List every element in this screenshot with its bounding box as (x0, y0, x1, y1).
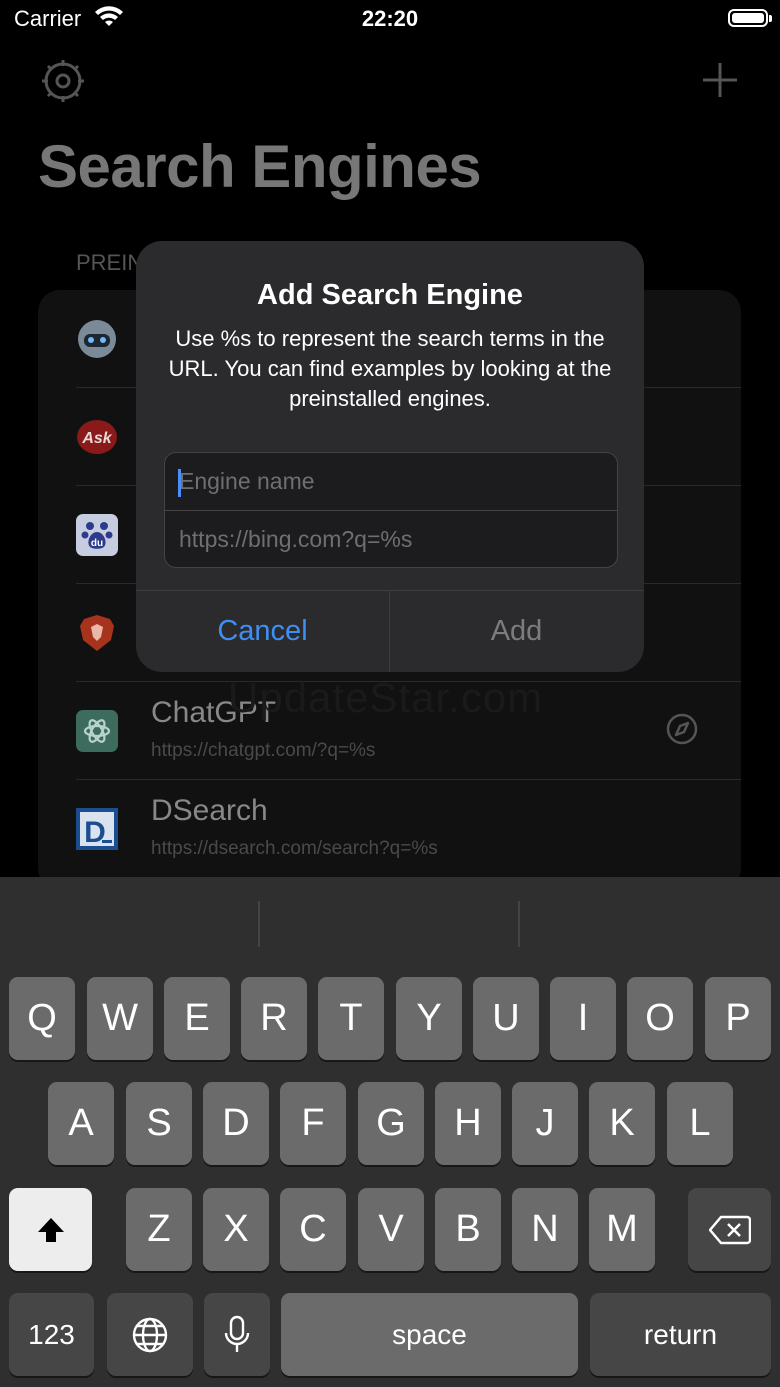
key-w[interactable]: W (87, 977, 153, 1060)
key-j[interactable]: J (512, 1082, 578, 1165)
key-c[interactable]: C (280, 1188, 346, 1271)
shift-icon (37, 1217, 64, 1242)
battery-icon (728, 9, 772, 27)
clock: 22:20 (361, 6, 419, 31)
backspace-icon (708, 1215, 751, 1244)
dialog-fields (164, 452, 618, 568)
engine-url: https://dsearch.com/search?q=%s (151, 838, 438, 859)
list-item[interactable]: D DSearch https://dsearch.com/search?q=%… (38, 780, 741, 878)
shift-key[interactable] (9, 1188, 92, 1271)
key-z[interactable]: Z (126, 1188, 192, 1271)
text-caret (178, 469, 181, 497)
key-s[interactable]: S (126, 1082, 192, 1165)
watermark: UpdateStar.com (228, 674, 544, 721)
robot-icon (76, 318, 118, 360)
keyboard: Q W E R T Y U I O P A S D F G H J K L Z … (0, 877, 780, 1387)
key-l[interactable]: L (667, 1082, 733, 1165)
cancel-button[interactable]: Cancel (136, 591, 389, 672)
prediction-divider (258, 901, 260, 947)
key-q[interactable]: Q (9, 977, 75, 1060)
dialog-message: Use %s to represent the search terms in … (168, 326, 612, 411)
page-title: Search Engines (38, 133, 482, 200)
key-u[interactable]: U (473, 977, 539, 1060)
key-t[interactable]: T (318, 977, 384, 1060)
section-header: PREIN (76, 250, 144, 275)
ask-logo: Ask (76, 416, 118, 458)
engine-url-input[interactable] (165, 510, 617, 567)
key-p[interactable]: P (705, 977, 771, 1060)
key-h[interactable]: H (435, 1082, 501, 1165)
engine-name-input[interactable] (165, 453, 617, 510)
svg-text:D: D (84, 816, 106, 849)
key-m[interactable]: M (589, 1188, 655, 1271)
key-k[interactable]: K (589, 1082, 655, 1165)
status-bar: Carrier 22:20 (0, 0, 780, 40)
gear-icon[interactable] (40, 58, 86, 109)
key-y[interactable]: Y (396, 977, 462, 1060)
brave-logo (76, 612, 118, 654)
globe-icon (132, 1317, 168, 1352)
engine-url: https://chatgpt.com/?q=%s (151, 740, 376, 761)
dialog-title: Add Search Engine (257, 279, 523, 311)
key-v[interactable]: V (358, 1188, 424, 1271)
key-e[interactable]: E (164, 977, 230, 1060)
svg-text:Ask: Ask (81, 430, 112, 447)
engine-name: DSearch (151, 794, 268, 827)
key-d[interactable]: D (203, 1082, 269, 1165)
key-b[interactable]: B (435, 1188, 501, 1271)
compass-icon[interactable] (665, 712, 699, 751)
chatgpt-logo (76, 710, 118, 752)
space-key[interactable]: space (281, 1293, 578, 1376)
add-engine-dialog: Add Search Engine Use %s to represent th… (136, 241, 644, 672)
baidu-logo: du (76, 514, 118, 556)
svg-text:du: du (91, 538, 103, 549)
plus-icon[interactable] (700, 60, 740, 105)
key-x[interactable]: X (203, 1188, 269, 1271)
microphone-key[interactable] (204, 1293, 270, 1376)
key-a[interactable]: A (48, 1082, 114, 1165)
key-o[interactable]: O (627, 977, 693, 1060)
key-i[interactable]: I (550, 977, 616, 1060)
prediction-divider (518, 901, 520, 947)
key-n[interactable]: N (512, 1188, 578, 1271)
numbers-key[interactable]: 123 (9, 1293, 94, 1376)
key-f[interactable]: F (280, 1082, 346, 1165)
dsearch-logo: D (76, 808, 118, 850)
key-r[interactable]: R (241, 977, 307, 1060)
globe-key[interactable] (107, 1293, 193, 1376)
return-key[interactable]: return (590, 1293, 771, 1376)
add-button[interactable]: Add (390, 591, 643, 672)
key-g[interactable]: G (358, 1082, 424, 1165)
microphone-icon (224, 1315, 250, 1352)
delete-key[interactable] (688, 1188, 771, 1271)
